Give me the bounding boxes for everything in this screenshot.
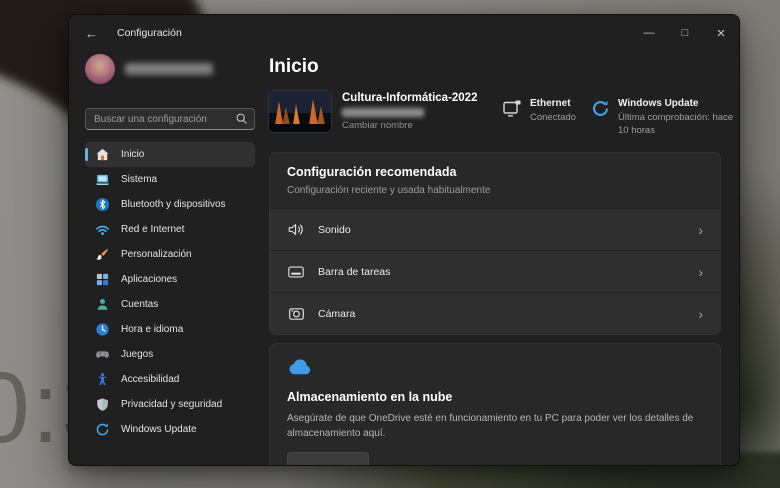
home-icon bbox=[95, 147, 110, 162]
update-label: Windows Update bbox=[618, 98, 699, 109]
accessibility-icon bbox=[95, 372, 110, 387]
setting-row-label: Sonido bbox=[318, 223, 351, 236]
window-controls: — □ × bbox=[631, 15, 739, 51]
sidebar-item-privacidad[interactable]: Privacidad y seguridad bbox=[85, 392, 255, 417]
network-label: Ethernet bbox=[530, 98, 571, 109]
sidebar-item-label: Windows Update bbox=[121, 424, 197, 435]
sidebar-item-label: Cuentas bbox=[121, 299, 159, 310]
recommended-settings-card: Configuración recomendada Configuración … bbox=[269, 152, 721, 335]
sidebar-item-label: Bluetooth y dispositivos bbox=[121, 199, 226, 210]
recommended-header: Configuración recomendada Configuración … bbox=[270, 153, 720, 208]
gamepad-icon bbox=[95, 347, 110, 362]
ethernet-icon bbox=[502, 99, 522, 125]
cloud-icon bbox=[287, 359, 314, 379]
sidebar-item-label: Aplicaciones bbox=[121, 274, 178, 285]
maximize-button[interactable]: □ bbox=[667, 15, 703, 51]
cloud-storage-title: Almacenamiento en la nube bbox=[287, 390, 453, 404]
user-name-redacted bbox=[125, 63, 213, 75]
chevron-right-icon: › bbox=[698, 221, 703, 238]
sidebar-item-label: Inicio bbox=[121, 149, 145, 160]
update-arrows-icon bbox=[95, 422, 110, 437]
sidebar-item-hora-idioma[interactable]: Hora e idioma bbox=[85, 317, 255, 342]
sidebar-item-bluetooth[interactable]: Bluetooth y dispositivos bbox=[85, 192, 255, 217]
desktop: 0:34 ← Configuración — □ × bbox=[0, 0, 780, 488]
search-input[interactable] bbox=[85, 108, 255, 130]
sidebar-item-label: Juegos bbox=[121, 349, 154, 360]
sidebar: Inicio Sistema Bluetooth y dispositivos bbox=[85, 53, 255, 442]
clock-globe-icon bbox=[95, 322, 110, 337]
search-box bbox=[85, 108, 255, 130]
titlebar: ← Configuración — □ × bbox=[69, 15, 739, 51]
sidebar-item-sistema[interactable]: Sistema bbox=[85, 167, 255, 192]
apps-grid-icon bbox=[95, 272, 110, 287]
camera-icon bbox=[287, 306, 305, 322]
close-button[interactable]: × bbox=[703, 15, 739, 51]
page-title: Inicio bbox=[269, 56, 319, 77]
user-profile[interactable] bbox=[85, 53, 255, 85]
settings-window: ← Configuración — □ × Buscar una configu… bbox=[68, 14, 740, 466]
sidebar-item-accesibilidad[interactable]: Accesibilidad bbox=[85, 367, 255, 392]
sidebar-item-cuentas[interactable]: Cuentas bbox=[85, 292, 255, 317]
rename-device-link[interactable]: Cambiar nombre bbox=[342, 120, 477, 131]
windows-update-status-card[interactable]: Windows Update Última comprobación: hace… bbox=[591, 98, 736, 138]
avatar bbox=[85, 54, 115, 84]
cloud-action-button-partial[interactable] bbox=[287, 452, 369, 465]
sidebar-item-juegos[interactable]: Juegos bbox=[85, 342, 255, 367]
setting-row-camara[interactable]: Cámara › bbox=[270, 292, 720, 334]
device-wallpaper-thumbnail bbox=[269, 91, 331, 132]
sidebar-item-label: Privacidad y seguridad bbox=[121, 399, 223, 410]
sidebar-item-aplicaciones[interactable]: Aplicaciones bbox=[85, 267, 255, 292]
active-indicator bbox=[85, 148, 88, 161]
update-status: Última comprobación: hace 10 horas bbox=[618, 112, 734, 136]
cloud-storage-description: Asegúrate de que OneDrive esté en funcio… bbox=[287, 413, 694, 439]
sidebar-item-label: Accesibilidad bbox=[121, 374, 180, 385]
device-header: Cultura-Informática-2022 Cambiar nombre … bbox=[269, 91, 733, 138]
sidebar-item-inicio[interactable]: Inicio bbox=[85, 142, 255, 167]
brush-icon bbox=[95, 247, 110, 262]
bluetooth-icon bbox=[95, 197, 110, 212]
search-icon bbox=[235, 112, 248, 130]
device-model-redacted bbox=[342, 108, 424, 117]
taskbar-icon bbox=[287, 264, 305, 280]
network-status: Conectado bbox=[530, 112, 576, 123]
setting-row-label: Barra de tareas bbox=[318, 265, 391, 278]
device-name: Cultura-Informática-2022 bbox=[342, 92, 478, 104]
cloud-storage-card: Almacenamiento en la nube Asegúrate de q… bbox=[269, 343, 721, 465]
sidebar-item-label: Red e Internet bbox=[121, 224, 185, 235]
wifi-icon bbox=[95, 222, 110, 237]
sidebar-item-personalizacion[interactable]: Personalización bbox=[85, 242, 255, 267]
sidebar-item-label: Hora e idioma bbox=[121, 324, 184, 335]
setting-row-label: Cámara bbox=[318, 307, 356, 320]
update-arrows-icon bbox=[591, 99, 610, 138]
sidebar-item-windows-update[interactable]: Windows Update bbox=[85, 417, 255, 442]
sidebar-nav: Inicio Sistema Bluetooth y dispositivos bbox=[85, 142, 255, 442]
main-content: Inicio Cultura-Informática-2022 Cambiar … bbox=[269, 53, 733, 465]
chevron-right-icon: › bbox=[698, 305, 703, 322]
recommended-subtitle: Configuración reciente y usada habitualm… bbox=[287, 185, 491, 196]
minimize-button[interactable]: — bbox=[631, 15, 667, 51]
network-status-card[interactable]: Ethernet Conectado bbox=[502, 98, 576, 125]
recommended-title: Configuración recomendada bbox=[287, 165, 457, 179]
chevron-right-icon: › bbox=[698, 263, 703, 280]
sidebar-item-red-internet[interactable]: Red e Internet bbox=[85, 217, 255, 242]
window-title: Configuración bbox=[117, 27, 182, 39]
laptop-icon bbox=[95, 172, 110, 187]
sidebar-item-label: Sistema bbox=[121, 174, 158, 185]
device-info: Cultura-Informática-2022 Cambiar nombre bbox=[342, 92, 477, 131]
setting-row-barra-de-tareas[interactable]: Barra de tareas › bbox=[270, 250, 720, 292]
shield-icon bbox=[95, 397, 110, 412]
back-button[interactable]: ← bbox=[85, 26, 105, 41]
person-icon bbox=[95, 297, 110, 312]
speaker-icon bbox=[287, 222, 305, 237]
setting-row-sonido[interactable]: Sonido › bbox=[270, 208, 720, 250]
sidebar-item-label: Personalización bbox=[121, 249, 192, 260]
